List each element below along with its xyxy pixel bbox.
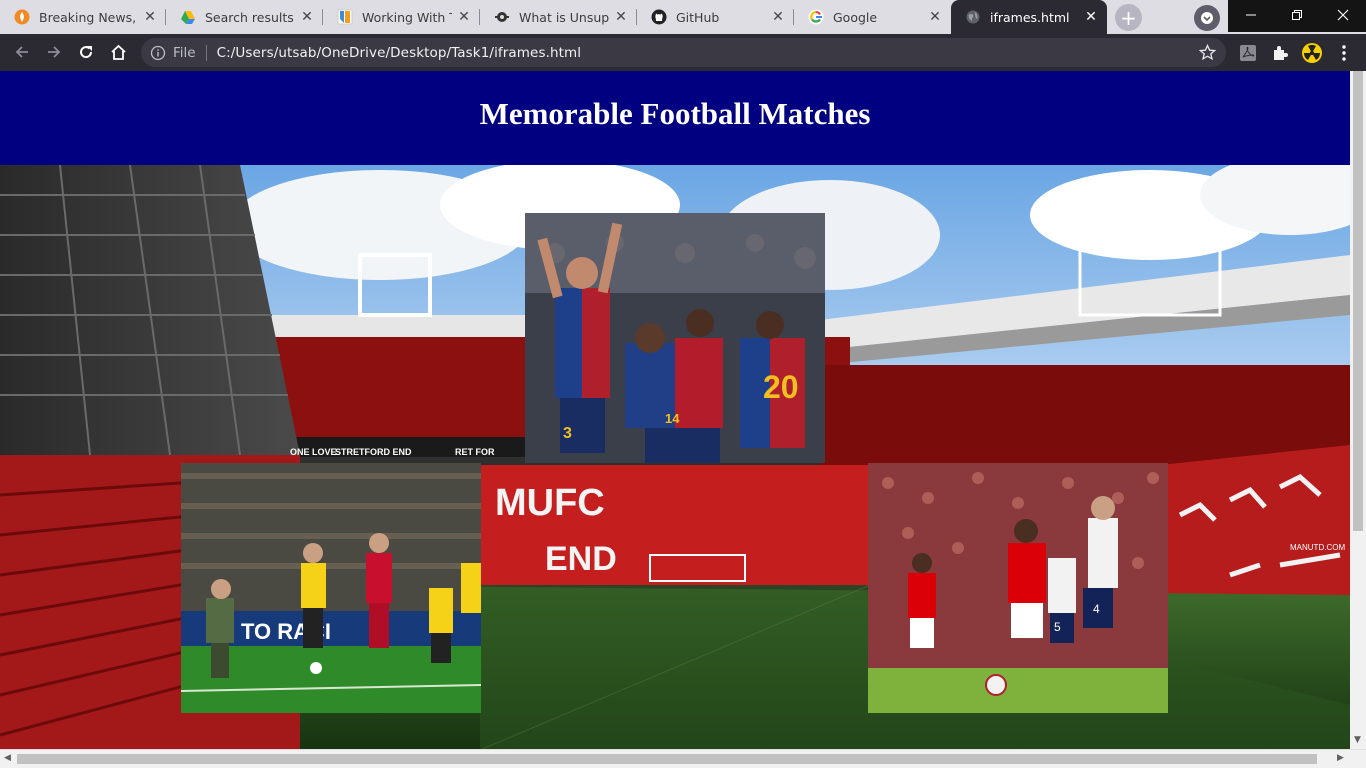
barcelona-celebration-photo: 3 14 20 (525, 213, 825, 463)
reload-button[interactable] (72, 38, 100, 66)
page-title: Memorable Football Matches (479, 96, 871, 131)
back-button[interactable] (8, 38, 36, 66)
arrow-right-icon (48, 46, 61, 58)
close-icon[interactable]: ✕ (142, 9, 158, 25)
close-window-button[interactable] (1320, 0, 1366, 30)
tab-title: Breaking News, W (39, 9, 138, 25)
pdf-extension-icon[interactable] (1238, 43, 1258, 63)
home-button[interactable] (104, 38, 132, 66)
stadium-signage-text: ONE LOVE (290, 447, 337, 457)
scheme-label: File (173, 44, 196, 61)
close-icon[interactable]: ✕ (456, 9, 472, 25)
browser-toolbar: File C:/Users/utsab/OneDrive/Desktop/Tas… (0, 34, 1366, 71)
iframe-barcelona-celebration[interactable]: 3 14 20 (525, 213, 825, 463)
minimize-icon (1246, 14, 1256, 16)
jersey-number: 14 (665, 411, 680, 426)
minimize-button[interactable] (1228, 0, 1274, 30)
drive-favicon-icon (180, 9, 196, 25)
close-icon[interactable]: ✕ (1083, 9, 1099, 25)
close-icon[interactable]: ✕ (927, 9, 943, 25)
profile-avatar[interactable] (1302, 43, 1322, 63)
jersey-number: 3 (563, 425, 572, 442)
forward-button[interactable] (40, 38, 68, 66)
bayern-dortmund-photo: TO RACI (181, 463, 481, 713)
url-text[interactable]: C:/Users/utsab/OneDrive/Desktop/Task1/if… (217, 45, 582, 61)
home-icon (110, 44, 126, 60)
menu-button[interactable] (1334, 43, 1354, 63)
bookmark-favicon-icon (337, 9, 353, 25)
arsenal-tottenham-photo: 5 4 (868, 463, 1168, 713)
site-favicon-icon (494, 9, 510, 25)
close-icon[interactable]: ✕ (613, 9, 629, 25)
scroll-left-icon[interactable]: ◀ (4, 753, 11, 763)
page-viewport: Memorable Football Matches MUFC END ONE … (0, 71, 1350, 749)
tab-breaking-news[interactable]: Breaking News, W ✕ (0, 0, 166, 34)
tab-search-results[interactable]: Search results - G ✕ (166, 0, 323, 34)
vertical-scrollbar[interactable]: ▲ ▼ (1350, 71, 1366, 749)
scroll-down-icon[interactable]: ▼ (1354, 735, 1361, 745)
tab-title: What is Unsuperv (519, 9, 609, 25)
chevron-down-icon (1201, 12, 1213, 24)
info-icon[interactable] (150, 45, 166, 61)
jersey-number: 20 (763, 369, 799, 405)
google-icon (808, 9, 824, 25)
page-header: Memorable Football Matches (0, 71, 1350, 165)
iframe-bayern-dortmund-final[interactable]: TO RACI (181, 463, 481, 713)
jersey-number: 4 (1093, 602, 1100, 616)
kebab-menu-icon (1342, 45, 1346, 61)
reload-icon (80, 46, 93, 59)
stadium-signage-text: RET FOR (455, 447, 495, 457)
bookmark-star-icon[interactable] (1199, 44, 1216, 61)
scroll-right-icon[interactable]: ▶ (1337, 753, 1344, 763)
tab-title: iframes.html (990, 9, 1070, 25)
vertical-scroll-thumb[interactable] (1353, 71, 1363, 531)
close-icon[interactable]: ✕ (770, 9, 786, 25)
stadium-signage-text: MUFC (495, 482, 605, 524)
tab-title: Search results - G (205, 9, 295, 25)
tab-title: Google (833, 9, 878, 25)
news-favicon-icon (14, 9, 30, 25)
jersey-number: 5 (1054, 620, 1061, 634)
tab-title: Working With Te (362, 9, 452, 25)
close-icon (1337, 9, 1349, 21)
tab-working-with[interactable]: Working With Te ✕ (323, 0, 480, 34)
tab-unsupervised[interactable]: What is Unsuperv ✕ (480, 0, 637, 34)
stadium-signage-text: MANUTD.COM (1290, 543, 1345, 552)
tab-google[interactable]: Google ✕ (794, 0, 951, 34)
horizontal-scrollbar[interactable]: ◀ ▶ (0, 749, 1366, 768)
arrow-left-icon (15, 46, 28, 58)
iframe-arsenal-tottenham-derby[interactable]: 5 4 (868, 463, 1168, 713)
tab-iframes-active[interactable]: iframes.html ✕ (951, 0, 1107, 34)
tab-search-button[interactable] (1194, 5, 1220, 31)
horizontal-scroll-thumb[interactable] (17, 754, 1317, 764)
tab-github[interactable]: GitHub ✕ (637, 0, 794, 34)
stadium-signage-text: END (545, 540, 617, 578)
restore-button[interactable] (1274, 0, 1320, 30)
close-icon[interactable]: ✕ (299, 9, 315, 25)
tab-strip: Breaking News, W ✕ Search results - G ✕ … (0, 0, 1366, 34)
tab-title: GitHub (676, 9, 720, 25)
extensions-puzzle-icon[interactable] (1270, 43, 1290, 63)
stadium-signage-text: STRETFORD END (335, 447, 412, 457)
new-tab-button[interactable]: + (1115, 4, 1142, 31)
github-icon (651, 9, 667, 25)
address-bar[interactable]: File C:/Users/utsab/OneDrive/Desktop/Tas… (141, 38, 1226, 67)
address-divider (205, 44, 207, 61)
restore-icon (1292, 10, 1302, 20)
globe-icon (965, 9, 981, 25)
